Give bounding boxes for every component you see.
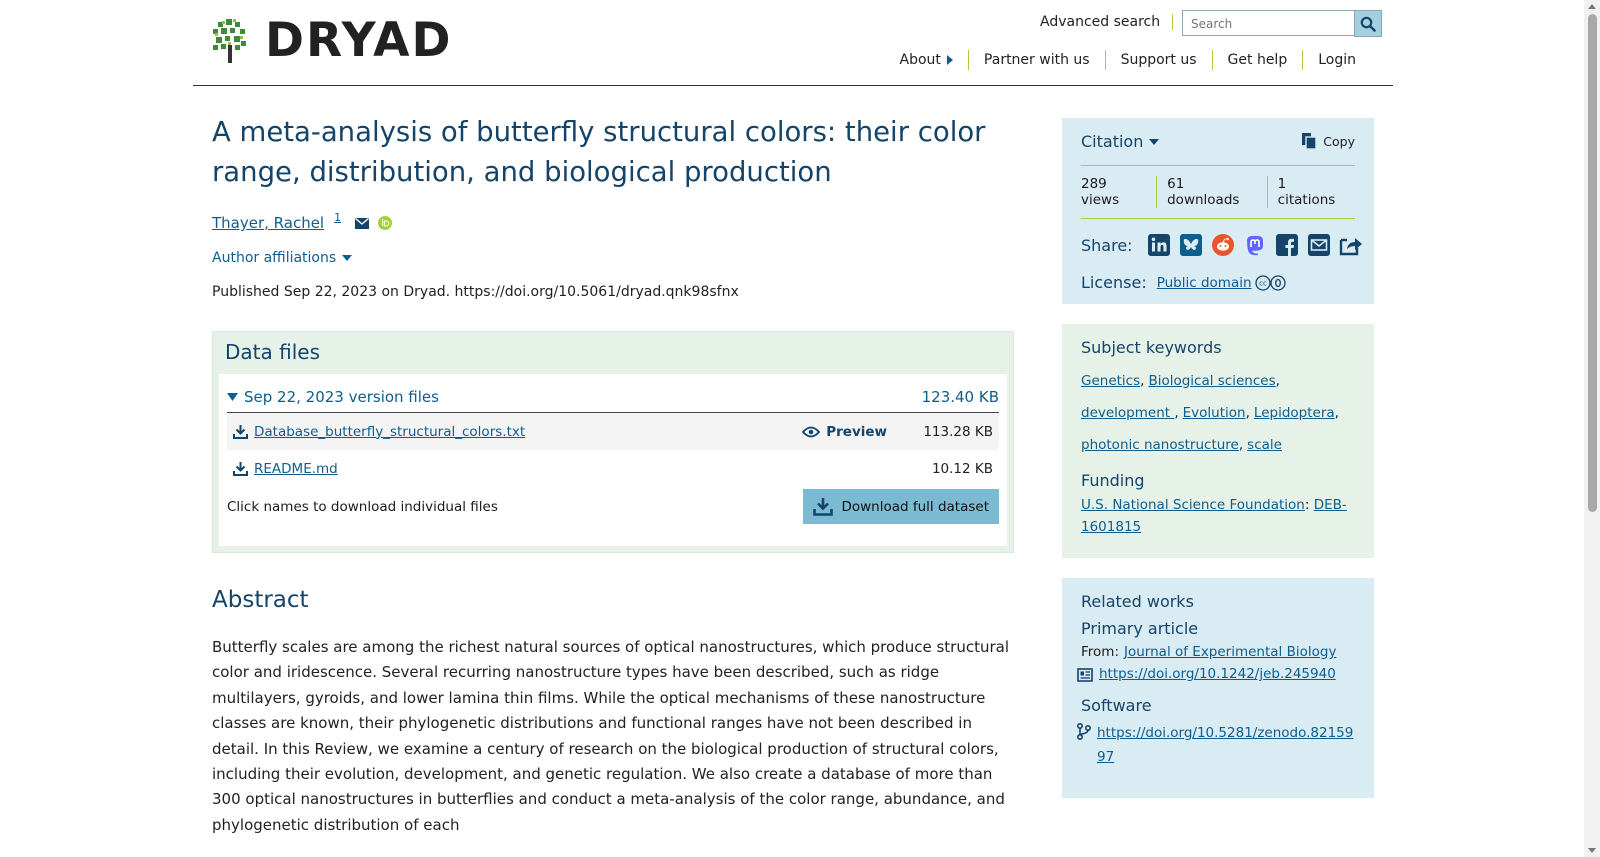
svg-text:cc: cc — [1259, 279, 1267, 287]
scroll-up-icon[interactable] — [1588, 4, 1596, 9]
caret-right-icon — [946, 55, 953, 65]
author-affiliations-toggle[interactable]: Author affiliations — [212, 250, 1014, 266]
dryad-logo[interactable]: DRYAD — [213, 17, 453, 64]
logo-wordmark: DRYAD — [265, 13, 453, 68]
author-line: Thayer, Rachel 1 — [212, 211, 1014, 232]
file-size: 113.28 KB — [923, 423, 993, 440]
email-icon[interactable] — [355, 217, 370, 229]
nav-about[interactable]: About — [885, 50, 968, 70]
orcid-icon[interactable] — [378, 216, 393, 230]
code-branch-icon — [1077, 723, 1091, 740]
search-field[interactable] — [1182, 10, 1359, 37]
funder-link[interactable]: U.S. National Science Foundation — [1081, 497, 1305, 513]
file-row: Database_butterfly_structural_colors.txt… — [227, 413, 999, 450]
funding-heading: Funding — [1081, 471, 1145, 490]
related-works-panel: Related works Primary article From: Jour… — [1062, 578, 1374, 798]
scrollbar-thumb[interactable] — [1588, 14, 1597, 512]
keyword-link[interactable]: Genetics — [1081, 373, 1140, 389]
keywords-heading: Subject keywords — [1081, 338, 1222, 357]
dataset-metrics: 289 views 61 downloads 1 citations — [1081, 165, 1355, 219]
keyword-list: Genetics, Biological sciences, developmen… — [1081, 373, 1339, 453]
file-link[interactable]: README.md — [254, 461, 338, 477]
article-icon — [1077, 668, 1093, 682]
abstract-heading: Abstract — [212, 587, 309, 613]
share-icon[interactable] — [1339, 233, 1363, 257]
page-scrollbar[interactable] — [1584, 0, 1600, 857]
license-link[interactable]: Public domain — [1157, 275, 1252, 291]
search-icon — [1360, 16, 1376, 32]
caret-down-icon — [342, 255, 353, 261]
nav-partner[interactable]: Partner with us — [967, 50, 1105, 70]
search-input[interactable] — [1183, 11, 1359, 37]
keyword-link[interactable]: development — [1081, 405, 1174, 421]
keyword-link[interactable]: scale — [1247, 437, 1282, 453]
scroll-down-icon[interactable] — [1588, 848, 1596, 853]
primary-article-doi-link[interactable]: https://doi.org/10.1242/jeb.245940 — [1099, 666, 1336, 682]
caret-down-icon — [227, 393, 238, 401]
share-row: Share: — [1081, 233, 1362, 257]
keywords-panel: Subject keywords Genetics, Biological sci… — [1062, 324, 1374, 558]
citation-toggle[interactable]: Citation — [1081, 132, 1160, 151]
download-icon[interactable] — [233, 424, 248, 439]
tree-logo-icon — [213, 18, 246, 63]
citation-panel: Citation Copy 289 views 61 downloads 1 c… — [1062, 118, 1374, 304]
downloads-count: 61 downloads — [1156, 176, 1267, 208]
data-files-title: Data files — [225, 340, 320, 364]
download-icon — [813, 498, 834, 516]
keyword-link[interactable]: Biological sciences — [1148, 373, 1275, 389]
cc-zero-icon: cc — [1254, 274, 1286, 291]
author-link[interactable]: Thayer, Rachel — [212, 214, 324, 232]
copy-icon — [1302, 133, 1317, 150]
download-full-dataset-button[interactable]: Download full dataset — [803, 489, 999, 524]
nav-support[interactable]: Support us — [1104, 50, 1212, 70]
software-heading: Software — [1081, 696, 1152, 715]
download-icon[interactable] — [233, 461, 248, 476]
download-hint: Click names to download individual files — [227, 499, 498, 515]
views-count: 289 views — [1081, 176, 1120, 208]
linkedin-icon[interactable] — [1147, 233, 1171, 257]
caret-down-icon — [1149, 138, 1160, 145]
data-files-panel: Data files Sep 22, 2023 version files 12… — [212, 331, 1014, 553]
main-nav: About Partner with us Support us Get hel… — [885, 50, 1371, 70]
eye-icon — [802, 426, 821, 437]
publication-info: Published Sep 22, 2023 on Dryad. https:/… — [212, 284, 739, 300]
site-header: DRYAD Advanced search About Partner with… — [193, 0, 1393, 86]
citations-count: 1 citations — [1266, 176, 1355, 208]
file-link[interactable]: Database_butterfly_structural_colors.txt — [254, 424, 525, 440]
reddit-icon[interactable] — [1211, 233, 1235, 257]
version-label: Sep 22, 2023 version files — [244, 388, 439, 406]
main-content: A meta-analysis of butterfly structural … — [212, 112, 1014, 838]
file-size: 10.12 KB — [931, 460, 993, 477]
advanced-search-link[interactable]: Advanced search — [1040, 14, 1174, 30]
keyword-link[interactable]: Evolution — [1183, 405, 1246, 421]
primary-article-heading: Primary article — [1081, 619, 1199, 638]
version-size: 123.40 KB — [921, 388, 999, 406]
dataset-title: A meta-analysis of butterfly structural … — [212, 116, 986, 188]
search-button[interactable] — [1354, 10, 1382, 37]
affiliation-number[interactable]: 1 — [334, 211, 341, 224]
mastodon-icon[interactable] — [1243, 233, 1267, 257]
copy-citation-button[interactable]: Copy — [1302, 133, 1355, 150]
keyword-link[interactable]: photonic nanostructure — [1081, 437, 1239, 453]
nav-help[interactable]: Get help — [1211, 50, 1303, 70]
abstract-text: Butterfly scales are among the richest n… — [212, 638, 1009, 834]
license-row: License: Public domain cc — [1081, 273, 1355, 292]
related-works-heading: Related works — [1081, 592, 1194, 611]
preview-button[interactable]: Preview — [802, 424, 887, 440]
bluesky-icon[interactable] — [1179, 233, 1203, 257]
version-toggle[interactable]: Sep 22, 2023 version files 123.40 KB — [227, 388, 999, 413]
software-doi-link[interactable]: https://doi.org/10.5281/zenodo.8215997 — [1097, 721, 1355, 769]
facebook-icon[interactable] — [1275, 233, 1299, 257]
nav-login[interactable]: Login — [1302, 50, 1371, 70]
email-share-icon[interactable] — [1307, 233, 1331, 257]
funding-info: U.S. National Science Foundation: DEB-16… — [1081, 497, 1347, 535]
file-row: README.md 10.12 KB — [227, 450, 999, 487]
keyword-link[interactable]: Lepidoptera — [1254, 405, 1335, 421]
journal-link[interactable]: Journal of Experimental Biology — [1124, 644, 1336, 660]
